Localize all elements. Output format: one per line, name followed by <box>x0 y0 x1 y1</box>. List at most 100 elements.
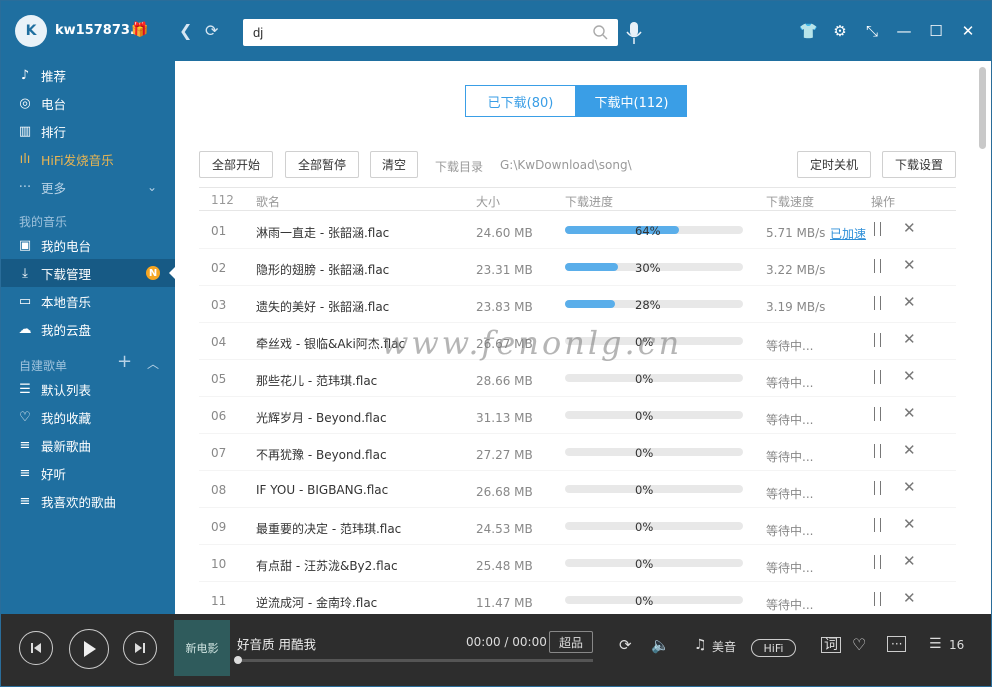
lyrics-icon[interactable]: 词 <box>821 637 841 653</box>
boost-link[interactable]: 已加速 <box>830 225 866 242</box>
sidebar-item-my-radio[interactable]: ▣ 我的电台 <box>1 231 175 259</box>
pause-icon[interactable] <box>872 444 884 458</box>
song-filename[interactable]: 遗失的美好 - 张韶涵.flac <box>256 298 389 315</box>
song-filename[interactable]: 那些花儿 - 范玮琪.flac <box>256 372 377 389</box>
song-filename[interactable]: 不再犹豫 - Beyond.flac <box>256 446 387 463</box>
album-cover[interactable]: 新电影 <box>174 620 230 676</box>
pause-icon[interactable] <box>872 222 884 236</box>
sound-effect-label[interactable]: 美音 <box>712 638 736 655</box>
pause-icon[interactable] <box>872 555 884 569</box>
song-title[interactable]: 好音质 用酷我 <box>237 634 316 653</box>
search-box[interactable] <box>243 19 618 46</box>
back-icon[interactable]: ❮ <box>179 21 192 41</box>
close-icon[interactable]: ✕ <box>959 21 977 41</box>
sidebar-item-hifi[interactable]: ılı HiFi发烧音乐 <box>1 145 175 173</box>
sound-effect-icon[interactable]: ♫ <box>694 637 707 653</box>
heart-icon[interactable]: ♡ <box>852 635 866 654</box>
chevron-down-icon[interactable]: ⌄ <box>147 180 157 194</box>
table-row[interactable]: 06 光辉岁月 - Beyond.flac 31.13 MB 0% 等待中...… <box>199 397 956 434</box>
sidebar-item-newest[interactable]: ≡ 最新歌曲 <box>1 431 175 459</box>
pause-icon[interactable] <box>872 333 884 347</box>
table-row[interactable]: 01 淋雨一直走 - 张韶涵.flac 24.60 MB 64% 5.71 MB… <box>199 212 956 249</box>
skin-icon[interactable]: 👕 <box>799 21 818 41</box>
sidebar-item-cloud[interactable]: ☁ 我的云盘 <box>1 315 175 343</box>
close-icon[interactable]: ✕ <box>903 554 917 569</box>
download-settings-button[interactable]: 下载设置 <box>882 151 956 178</box>
close-icon[interactable]: ✕ <box>903 443 917 458</box>
sidebar-item-favorites[interactable]: ♡ 我的收藏 <box>1 403 175 431</box>
close-icon[interactable]: ✕ <box>903 406 917 421</box>
table-row[interactable]: 08 IF YOU - BIGBANG.flac 26.68 MB 0% 等待中… <box>199 471 956 508</box>
table-row[interactable]: 05 那些花儿 - 范玮琪.flac 28.66 MB 0% 等待中... ✕ <box>199 360 956 397</box>
progress-bar[interactable] <box>234 656 593 664</box>
close-icon[interactable]: ✕ <box>903 332 917 347</box>
pause-all-button[interactable]: 全部暂停 <box>285 151 359 178</box>
play-button[interactable] <box>69 629 109 669</box>
loop-mode-icon[interactable]: ⟳ <box>619 636 632 654</box>
close-icon[interactable]: ✕ <box>903 221 917 236</box>
pause-icon[interactable] <box>872 518 884 532</box>
volume-icon[interactable]: 🔈 <box>651 636 670 654</box>
sidebar-item-recommend[interactable]: ♪ 推荐 <box>1 61 175 89</box>
pause-icon[interactable] <box>872 296 884 310</box>
song-filename[interactable]: 光辉岁月 - Beyond.flac <box>256 409 387 426</box>
search-input[interactable] <box>243 19 583 46</box>
quality-select[interactable]: 超品 <box>549 631 593 653</box>
song-filename[interactable]: 淋雨一直走 - 张韶涵.flac <box>256 224 389 241</box>
table-row[interactable]: 03 遗失的美好 - 张韶涵.flac 23.83 MB 28% 3.19 MB… <box>199 286 956 323</box>
microphone-icon[interactable] <box>625 21 643 45</box>
clear-button[interactable]: 清空 <box>370 151 418 178</box>
kuwo-logo-icon[interactable]: K <box>15 15 47 47</box>
table-row[interactable]: 10 有点甜 - 汪苏泷&By2.flac 25.48 MB 0% 等待中...… <box>199 545 956 582</box>
progress-knob[interactable] <box>234 656 242 664</box>
more-icon[interactable]: ··· <box>887 636 907 652</box>
previous-button[interactable] <box>19 631 53 665</box>
song-filename[interactable]: 逆流成河 - 金南玲.flac <box>256 594 377 611</box>
sidebar-item-local[interactable]: ▭ 本地音乐 <box>1 287 175 315</box>
pause-icon[interactable] <box>872 407 884 421</box>
close-icon[interactable]: ✕ <box>903 295 917 310</box>
song-filename[interactable]: IF YOU - BIGBANG.flac <box>256 483 388 497</box>
mini-mode-icon[interactable]: ⤡ <box>863 21 881 41</box>
close-icon[interactable]: ✕ <box>903 369 917 384</box>
gift-icon[interactable]: 🎁 <box>131 22 148 38</box>
scrollbar-thumb[interactable] <box>979 67 986 149</box>
table-row[interactable]: 07 不再犹豫 - Beyond.flac 27.27 MB 0% 等待中...… <box>199 434 956 471</box>
chevron-up-icon[interactable]: ︿ <box>147 355 159 372</box>
sidebar-item-default-list[interactable]: ☰ 默认列表 <box>1 375 175 403</box>
pause-icon[interactable] <box>872 592 884 606</box>
scrollbar[interactable] <box>975 61 991 614</box>
sidebar-item-liked[interactable]: ≡ 我喜欢的歌曲 <box>1 487 175 515</box>
maximize-icon[interactable]: ☐ <box>927 21 945 41</box>
pause-icon[interactable] <box>872 370 884 384</box>
sidebar-item-ranking[interactable]: ▥ 排行 <box>1 117 175 145</box>
playlist-queue-icon[interactable]: ☰ <box>929 636 942 652</box>
song-filename[interactable]: 隐形的翅膀 - 张韶涵.flac <box>256 261 389 278</box>
pause-icon[interactable] <box>872 481 884 495</box>
refresh-icon[interactable]: ⟳ <box>205 21 218 41</box>
playlist-count[interactable]: 16 <box>949 638 964 652</box>
add-playlist-icon[interactable]: + <box>117 351 132 372</box>
close-icon[interactable]: ✕ <box>903 480 917 495</box>
hifi-toggle[interactable]: HiFi <box>751 639 796 657</box>
close-icon[interactable]: ✕ <box>903 258 917 273</box>
sidebar-item-more[interactable]: ··· 更多 ⌄ <box>1 173 175 201</box>
pause-icon[interactable] <box>872 259 884 273</box>
tab-downloading[interactable]: 下载中(112) <box>576 85 687 117</box>
start-all-button[interactable]: 全部开始 <box>199 151 273 178</box>
sidebar-item-nice[interactable]: ≡ 好听 <box>1 459 175 487</box>
gear-icon[interactable]: ⚙ <box>831 21 849 41</box>
search-icon[interactable] <box>592 24 608 40</box>
table-row[interactable]: 11 逆流成河 - 金南玲.flac 11.47 MB 0% 等待中... ✕ <box>199 582 956 614</box>
close-icon[interactable]: ✕ <box>903 517 917 532</box>
minimize-icon[interactable]: — <box>895 21 913 41</box>
sidebar-item-radio[interactable]: ◎ 电台 <box>1 89 175 117</box>
table-row[interactable]: 02 隐形的翅膀 - 张韶涵.flac 23.31 MB 30% 3.22 MB… <box>199 249 956 286</box>
download-dir-path[interactable]: G:\KwDownload\song\ <box>500 158 632 172</box>
next-button[interactable] <box>123 631 157 665</box>
table-row[interactable]: 09 最重要的决定 - 范玮琪.flac 24.53 MB 0% 等待中... … <box>199 508 956 545</box>
song-filename[interactable]: 最重要的决定 - 范玮琪.flac <box>256 520 401 537</box>
tab-downloaded[interactable]: 已下载(80) <box>465 85 576 117</box>
timed-shutdown-button[interactable]: 定时关机 <box>797 151 871 178</box>
song-filename[interactable]: 有点甜 - 汪苏泷&By2.flac <box>256 557 398 574</box>
